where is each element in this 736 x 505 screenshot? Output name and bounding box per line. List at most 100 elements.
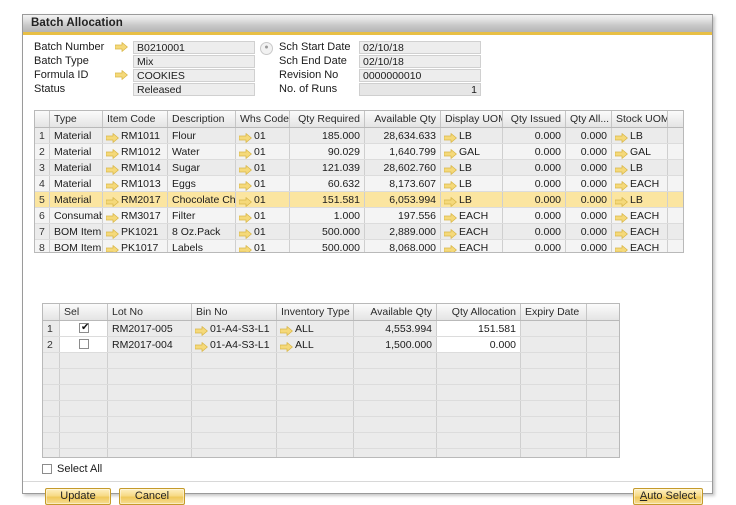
cell-rn[interactable]: 1 — [43, 321, 60, 336]
link-arrow-icon[interactable] — [238, 132, 252, 143]
cell-disp_uom[interactable]: LB — [441, 160, 503, 175]
cell-stk_uom[interactable]: LB — [612, 128, 668, 143]
table-row-empty[interactable] — [43, 401, 619, 417]
cell-qty_alloc[interactable] — [437, 449, 521, 457]
field-value-left-0[interactable]: B0210001 — [133, 41, 255, 54]
cell-disp_uom[interactable]: GAL — [441, 144, 503, 159]
cell-desc[interactable]: Flour — [168, 128, 236, 143]
cell-qty_all[interactable]: 0.000 — [566, 208, 612, 223]
cell-qty_iss[interactable]: 0.000 — [503, 192, 566, 207]
table-row[interactable]: 2 Material RM1012 Water 01 90.029 1,640.799 GAL… — [35, 144, 683, 160]
cell-bin_no[interactable] — [192, 401, 277, 416]
table-row[interactable]: 7 BOM Item PK1021 8 Oz.Pack 01 500.000 2,889.0… — [35, 224, 683, 240]
cell-avail[interactable]: 28,634.633 — [365, 128, 441, 143]
cell-sel[interactable]: ✔ — [60, 321, 108, 336]
cell-qty_iss[interactable]: 0.000 — [503, 160, 566, 175]
link-arrow-icon[interactable] — [105, 180, 119, 191]
field-value-left-3[interactable]: Released — [133, 83, 255, 96]
cell-desc[interactable]: Water — [168, 144, 236, 159]
table-row[interactable]: 1 ✔ RM2017-005 01-A4-S3-L1 ALL 4,553.994 151.5… — [43, 321, 619, 337]
cancel-button[interactable]: Cancel — [119, 488, 185, 505]
table-row[interactable]: 8 BOM Item PK1017 Labels 01 500.000 8,068.000 E… — [35, 240, 683, 252]
link-arrow-icon[interactable] — [443, 228, 457, 239]
cell-rn[interactable] — [43, 433, 60, 448]
cell-avail[interactable] — [354, 385, 437, 400]
cell-inv_type[interactable] — [277, 401, 354, 416]
cell-qty_req[interactable]: 60.632 — [290, 176, 365, 191]
link-arrow-icon[interactable] — [115, 42, 128, 52]
cell-avail[interactable] — [354, 433, 437, 448]
field-value-left-1[interactable]: Mix — [133, 55, 255, 68]
lots-col-header-avail[interactable]: Available Qty — [354, 304, 437, 320]
link-arrow-icon[interactable] — [115, 70, 128, 80]
link-arrow-icon[interactable] — [105, 228, 119, 239]
cell-inv_type[interactable] — [277, 353, 354, 368]
cell-qty_alloc[interactable] — [437, 369, 521, 384]
cell-lot_no[interactable] — [108, 385, 192, 400]
cell-qty_all[interactable]: 0.000 — [566, 144, 612, 159]
lots-col-header-inv_type[interactable]: Inventory Type — [277, 304, 354, 320]
cell-lot_no[interactable]: RM2017-005 — [108, 321, 192, 336]
cell-qty_req[interactable]: 1.000 — [290, 208, 365, 223]
cell-desc[interactable]: Chocolate Chips — [168, 192, 236, 207]
cell-qty_req[interactable]: 185.000 — [290, 128, 365, 143]
select-all-control[interactable]: Select All — [42, 463, 102, 475]
link-arrow-icon[interactable] — [279, 341, 293, 352]
cell-qty_alloc[interactable] — [437, 417, 521, 432]
table-row-empty[interactable] — [43, 353, 619, 369]
items-col-header-item_code[interactable]: Item Code — [103, 111, 168, 127]
table-row[interactable]: 2 RM2017-004 01-A4-S3-L1 ALL 1,500.000 0.000 — [43, 337, 619, 353]
field-value-right-2[interactable]: 0000000010 — [359, 69, 481, 82]
cell-disp_uom[interactable]: EACH — [441, 224, 503, 239]
cell-stk_uom[interactable]: LB — [612, 192, 668, 207]
cell-sel[interactable] — [60, 353, 108, 368]
cell-avail[interactable]: 197.556 — [365, 208, 441, 223]
cell-avail[interactable]: 8,173.607 — [365, 176, 441, 191]
link-arrow-icon[interactable] — [614, 212, 628, 223]
link-arrow-icon[interactable] — [443, 212, 457, 223]
cell-qty_alloc[interactable] — [437, 433, 521, 448]
cell-qty_iss[interactable]: 0.000 — [503, 128, 566, 143]
cell-rn[interactable] — [43, 353, 60, 368]
table-row-empty[interactable] — [43, 417, 619, 433]
cell-bin_no[interactable] — [192, 369, 277, 384]
cell-lot_no[interactable] — [108, 353, 192, 368]
cell-whs[interactable]: 01 — [236, 160, 290, 175]
cell-type[interactable]: Material — [50, 192, 103, 207]
cell-type[interactable]: Material — [50, 176, 103, 191]
items-col-header-qty_all[interactable]: Qty All... — [566, 111, 612, 127]
cell-item_code[interactable]: PK1017 — [103, 240, 168, 252]
cell-qty_iss[interactable]: 0.000 — [503, 240, 566, 252]
lots-col-header-expiry[interactable]: Expiry Date — [521, 304, 587, 320]
cell-qty_alloc[interactable] — [437, 385, 521, 400]
cell-rn[interactable] — [43, 417, 60, 432]
cell-sel[interactable] — [60, 433, 108, 448]
cell-qty_all[interactable]: 0.000 — [566, 160, 612, 175]
cell-qty_req[interactable]: 121.039 — [290, 160, 365, 175]
cell-lot_no[interactable] — [108, 449, 192, 457]
cell-desc[interactable]: Labels — [168, 240, 236, 252]
link-arrow-icon[interactable] — [614, 228, 628, 239]
cell-lot_no[interactable]: RM2017-004 — [108, 337, 192, 352]
cell-desc[interactable]: Filter — [168, 208, 236, 223]
cell-qty_req[interactable]: 500.000 — [290, 224, 365, 239]
field-value-left-2[interactable]: COOKIES — [133, 69, 255, 82]
lots-col-header-sel[interactable]: Sel — [60, 304, 108, 320]
cell-whs[interactable]: 01 — [236, 208, 290, 223]
lot-allocation-grid[interactable]: Sel Lot No Bin No Inventory Type Available Q… — [42, 303, 620, 458]
cell-qty_all[interactable]: 0.000 — [566, 224, 612, 239]
link-arrow-icon[interactable] — [194, 341, 208, 352]
cell-qty_alloc[interactable]: 151.581 — [437, 321, 521, 336]
cell-qty_alloc[interactable]: 0.000 — [437, 337, 521, 352]
cell-avail[interactable] — [354, 353, 437, 368]
items-col-header-desc[interactable]: Description — [168, 111, 236, 127]
cell-type[interactable]: Material — [50, 128, 103, 143]
row-select-checkbox[interactable]: ✔ — [79, 323, 89, 333]
cell-avail[interactable] — [354, 401, 437, 416]
cell-expiry[interactable] — [521, 417, 587, 432]
lots-col-header-bin_no[interactable]: Bin No — [192, 304, 277, 320]
cell-rn[interactable]: 2 — [43, 337, 60, 352]
link-arrow-icon[interactable] — [443, 164, 457, 175]
cell-disp_uom[interactable]: EACH — [441, 240, 503, 252]
cell-expiry[interactable] — [521, 449, 587, 457]
